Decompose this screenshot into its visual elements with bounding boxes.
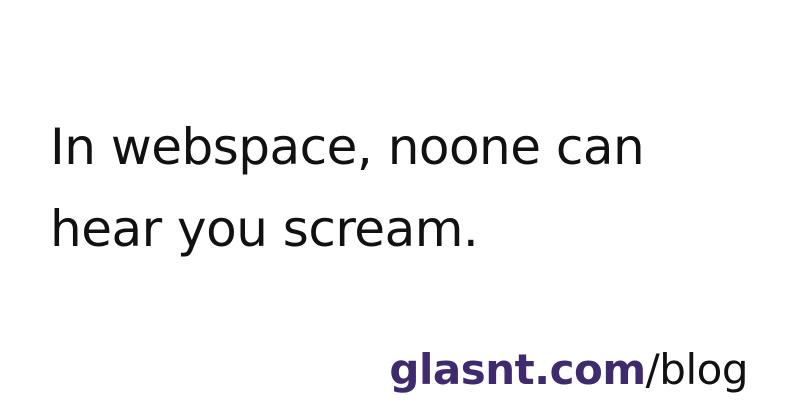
headline: In webspace, noone can hear you scream. bbox=[50, 106, 750, 270]
blog-domain: glasnt.com bbox=[389, 345, 646, 394]
headline-line-1: In webspace, noone can bbox=[50, 118, 645, 176]
blog-url: glasnt.com/blog bbox=[389, 340, 748, 400]
headline-line-2: hear you scream. bbox=[50, 200, 479, 258]
social-card: In webspace, noone can hear you scream. … bbox=[0, 0, 800, 418]
blog-path: /blog bbox=[645, 345, 749, 394]
